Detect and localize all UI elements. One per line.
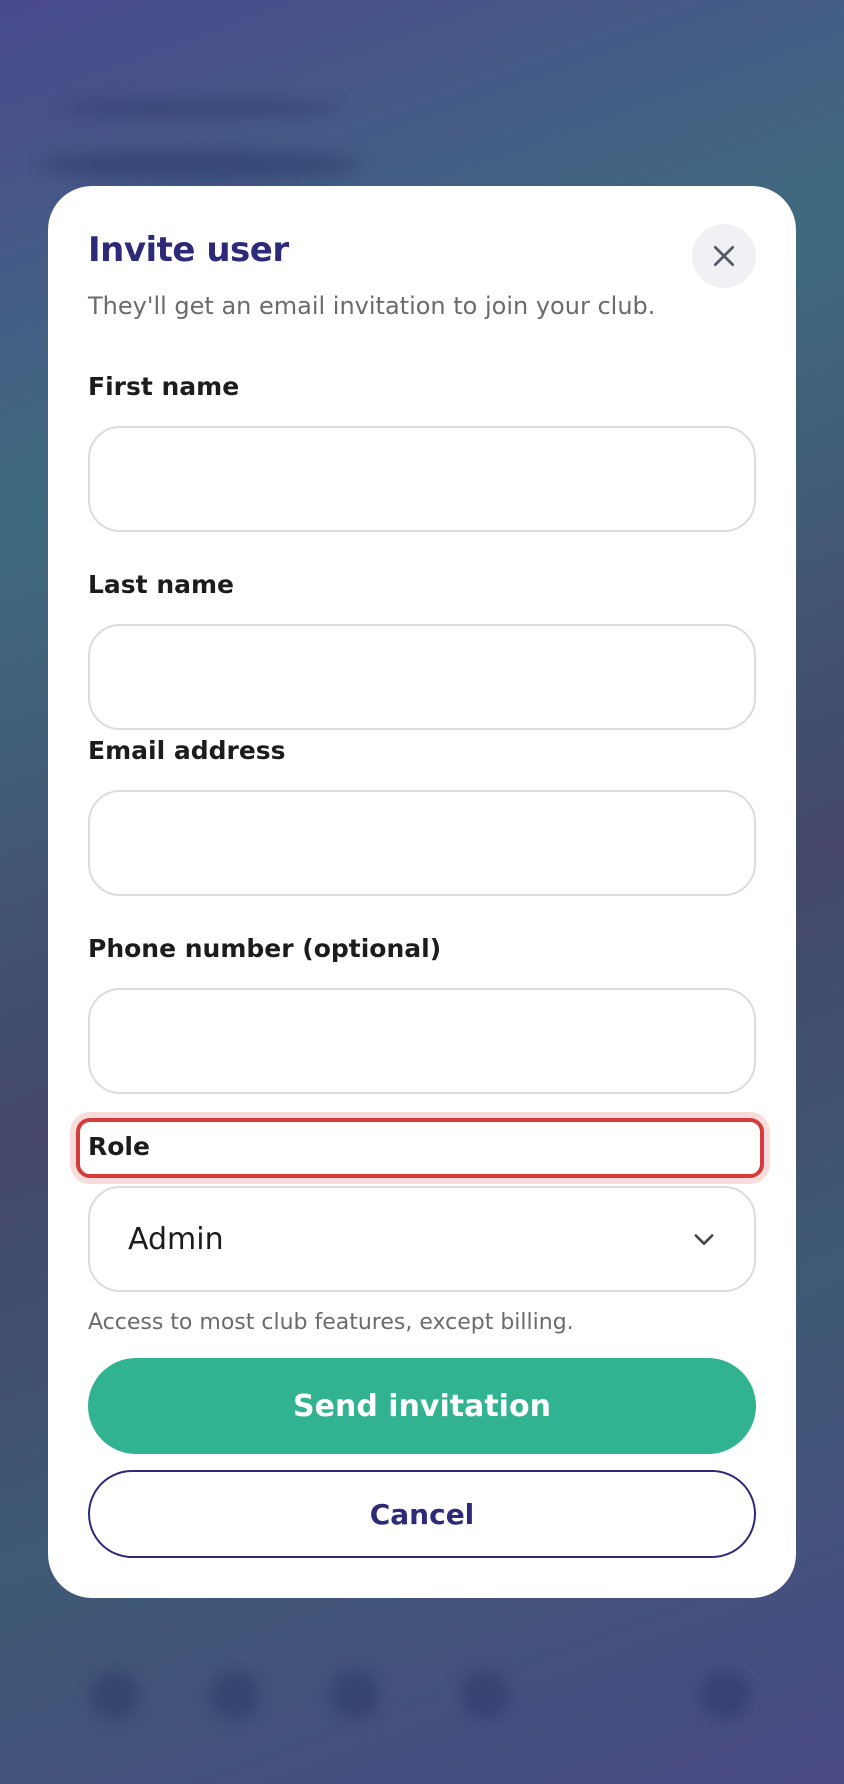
- role-label: Role: [88, 1132, 150, 1161]
- first-name-input[interactable]: [88, 426, 756, 532]
- chevron-down-icon: [690, 1225, 718, 1253]
- phone-input[interactable]: [88, 988, 756, 1094]
- phone-label: Phone number (optional): [88, 934, 442, 963]
- email-input[interactable]: [88, 790, 756, 896]
- cancel-button[interactable]: Cancel: [88, 1470, 756, 1558]
- close-button[interactable]: [692, 224, 756, 288]
- last-name-input[interactable]: [88, 624, 756, 730]
- close-icon: [713, 245, 735, 267]
- invite-user-modal: Invite user They'll get an email invitat…: [48, 186, 796, 1598]
- role-helper-text: Access to most club features, except bil…: [88, 1310, 574, 1335]
- role-label-highlight: [76, 1118, 764, 1178]
- modal-title: Invite user: [88, 230, 289, 270]
- modal-subtitle: They'll get an email invitation to join …: [88, 292, 656, 320]
- role-select[interactable]: Admin: [88, 1186, 756, 1292]
- last-name-label: Last name: [88, 570, 235, 599]
- first-name-label: First name: [88, 372, 240, 401]
- send-invitation-button[interactable]: Send invitation: [88, 1358, 756, 1454]
- email-label: Email address: [88, 736, 286, 765]
- role-select-value: Admin: [128, 1221, 224, 1257]
